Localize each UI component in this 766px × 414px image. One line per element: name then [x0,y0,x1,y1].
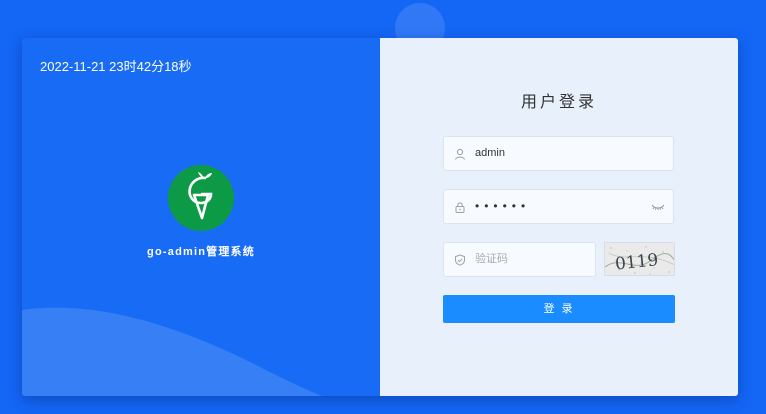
user-icon [455,148,465,160]
captcha-image[interactable]: 0119 [604,242,675,276]
username-field[interactable]: admin [443,136,674,171]
login-title: 用户登录 [520,94,597,111]
password-value: •••••• [475,199,531,213]
captcha-placeholder: 验证码 [475,253,508,265]
eye-closed-icon[interactable] [651,202,665,212]
lock-icon [455,202,465,213]
datetime-display: 2022-11-21 23时42分18秒 [40,59,192,74]
login-button[interactable]: 登 录 [443,295,675,323]
username-value: admin [475,147,505,159]
brand-panel: 2022-11-21 23时42分18秒 go-admin管理系统 [22,38,380,396]
login-form-panel: 用户登录 admin •••••• 验证码 0119 登 录 [380,38,738,396]
captcha-noise: 0119 [605,243,674,275]
captcha-field[interactable]: 验证码 [443,242,596,277]
password-field[interactable]: •••••• [443,189,674,224]
shield-icon [455,254,465,266]
login-card: 2022-11-21 23时42分18秒 go-admin管理系统 用户登录 a… [22,38,738,396]
app-title: go-admin管理系统 [147,246,255,258]
carrot-g-logo-icon [168,165,234,231]
